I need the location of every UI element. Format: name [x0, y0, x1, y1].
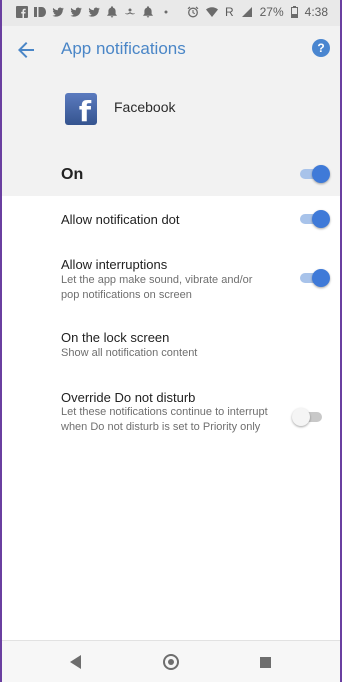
battery-percent: 27% — [259, 5, 284, 19]
id-icon — [34, 7, 46, 17]
mustache-icon — [125, 8, 135, 15]
wifi-icon — [205, 7, 218, 17]
setting-title: On the lock screen — [61, 330, 170, 345]
setting-title: Allow notification dot — [61, 212, 180, 227]
toggle-thumb — [312, 269, 330, 287]
system-nav-bar — [2, 640, 340, 682]
notification-bell-icon — [107, 6, 117, 18]
status-bar: R 27% 4:38 — [2, 0, 340, 26]
status-right-group: R 27% 4:38 — [187, 5, 328, 19]
notification-bell-icon — [143, 6, 153, 18]
setting-title: Override Do not disturb — [61, 390, 196, 405]
status-notification-icons — [16, 6, 172, 18]
alarm-icon — [187, 6, 199, 18]
back-triangle-icon[interactable] — [70, 655, 82, 669]
dots-icon — [164, 10, 168, 14]
facebook-app-icon: f — [65, 93, 97, 128]
twitter-icon — [70, 7, 82, 17]
toggle-thumb — [312, 165, 330, 183]
clock: 4:38 — [304, 5, 328, 19]
home-circle-icon[interactable] — [163, 654, 179, 670]
roaming-indicator: R — [224, 5, 234, 19]
facebook-icon — [16, 6, 28, 18]
override-dnd-toggle[interactable] — [292, 407, 324, 427]
recents-square-icon[interactable] — [260, 657, 271, 668]
twitter-icon — [88, 7, 100, 17]
toggle-thumb — [312, 210, 330, 228]
app-header: App notifications ? f Facebook On — [2, 26, 340, 196]
setting-title: Allow interruptions — [61, 257, 168, 272]
app-name: Facebook — [114, 99, 176, 115]
signal-icon — [241, 7, 252, 17]
back-arrow-icon[interactable] — [14, 38, 38, 62]
setting-description: Show all notification content — [61, 347, 198, 359]
master-notifications-toggle[interactable] — [300, 164, 330, 184]
allow-interruptions-toggle[interactable] — [300, 268, 330, 288]
twitter-icon — [52, 7, 64, 17]
setting-description: Let these notifications continue to inte… — [61, 406, 268, 433]
master-toggle-label: On — [61, 166, 84, 183]
notification-dot-toggle[interactable] — [300, 209, 330, 229]
page-title: App notifications — [61, 39, 186, 58]
toggle-thumb — [292, 408, 310, 426]
battery-icon — [290, 6, 298, 18]
setting-description: Let the app make sound, vibrate and/or p… — [61, 274, 253, 301]
phone-screen: R 27% 4:38 App notifications ? f Faceboo… — [2, 0, 340, 682]
help-icon[interactable]: ? — [312, 39, 330, 57]
